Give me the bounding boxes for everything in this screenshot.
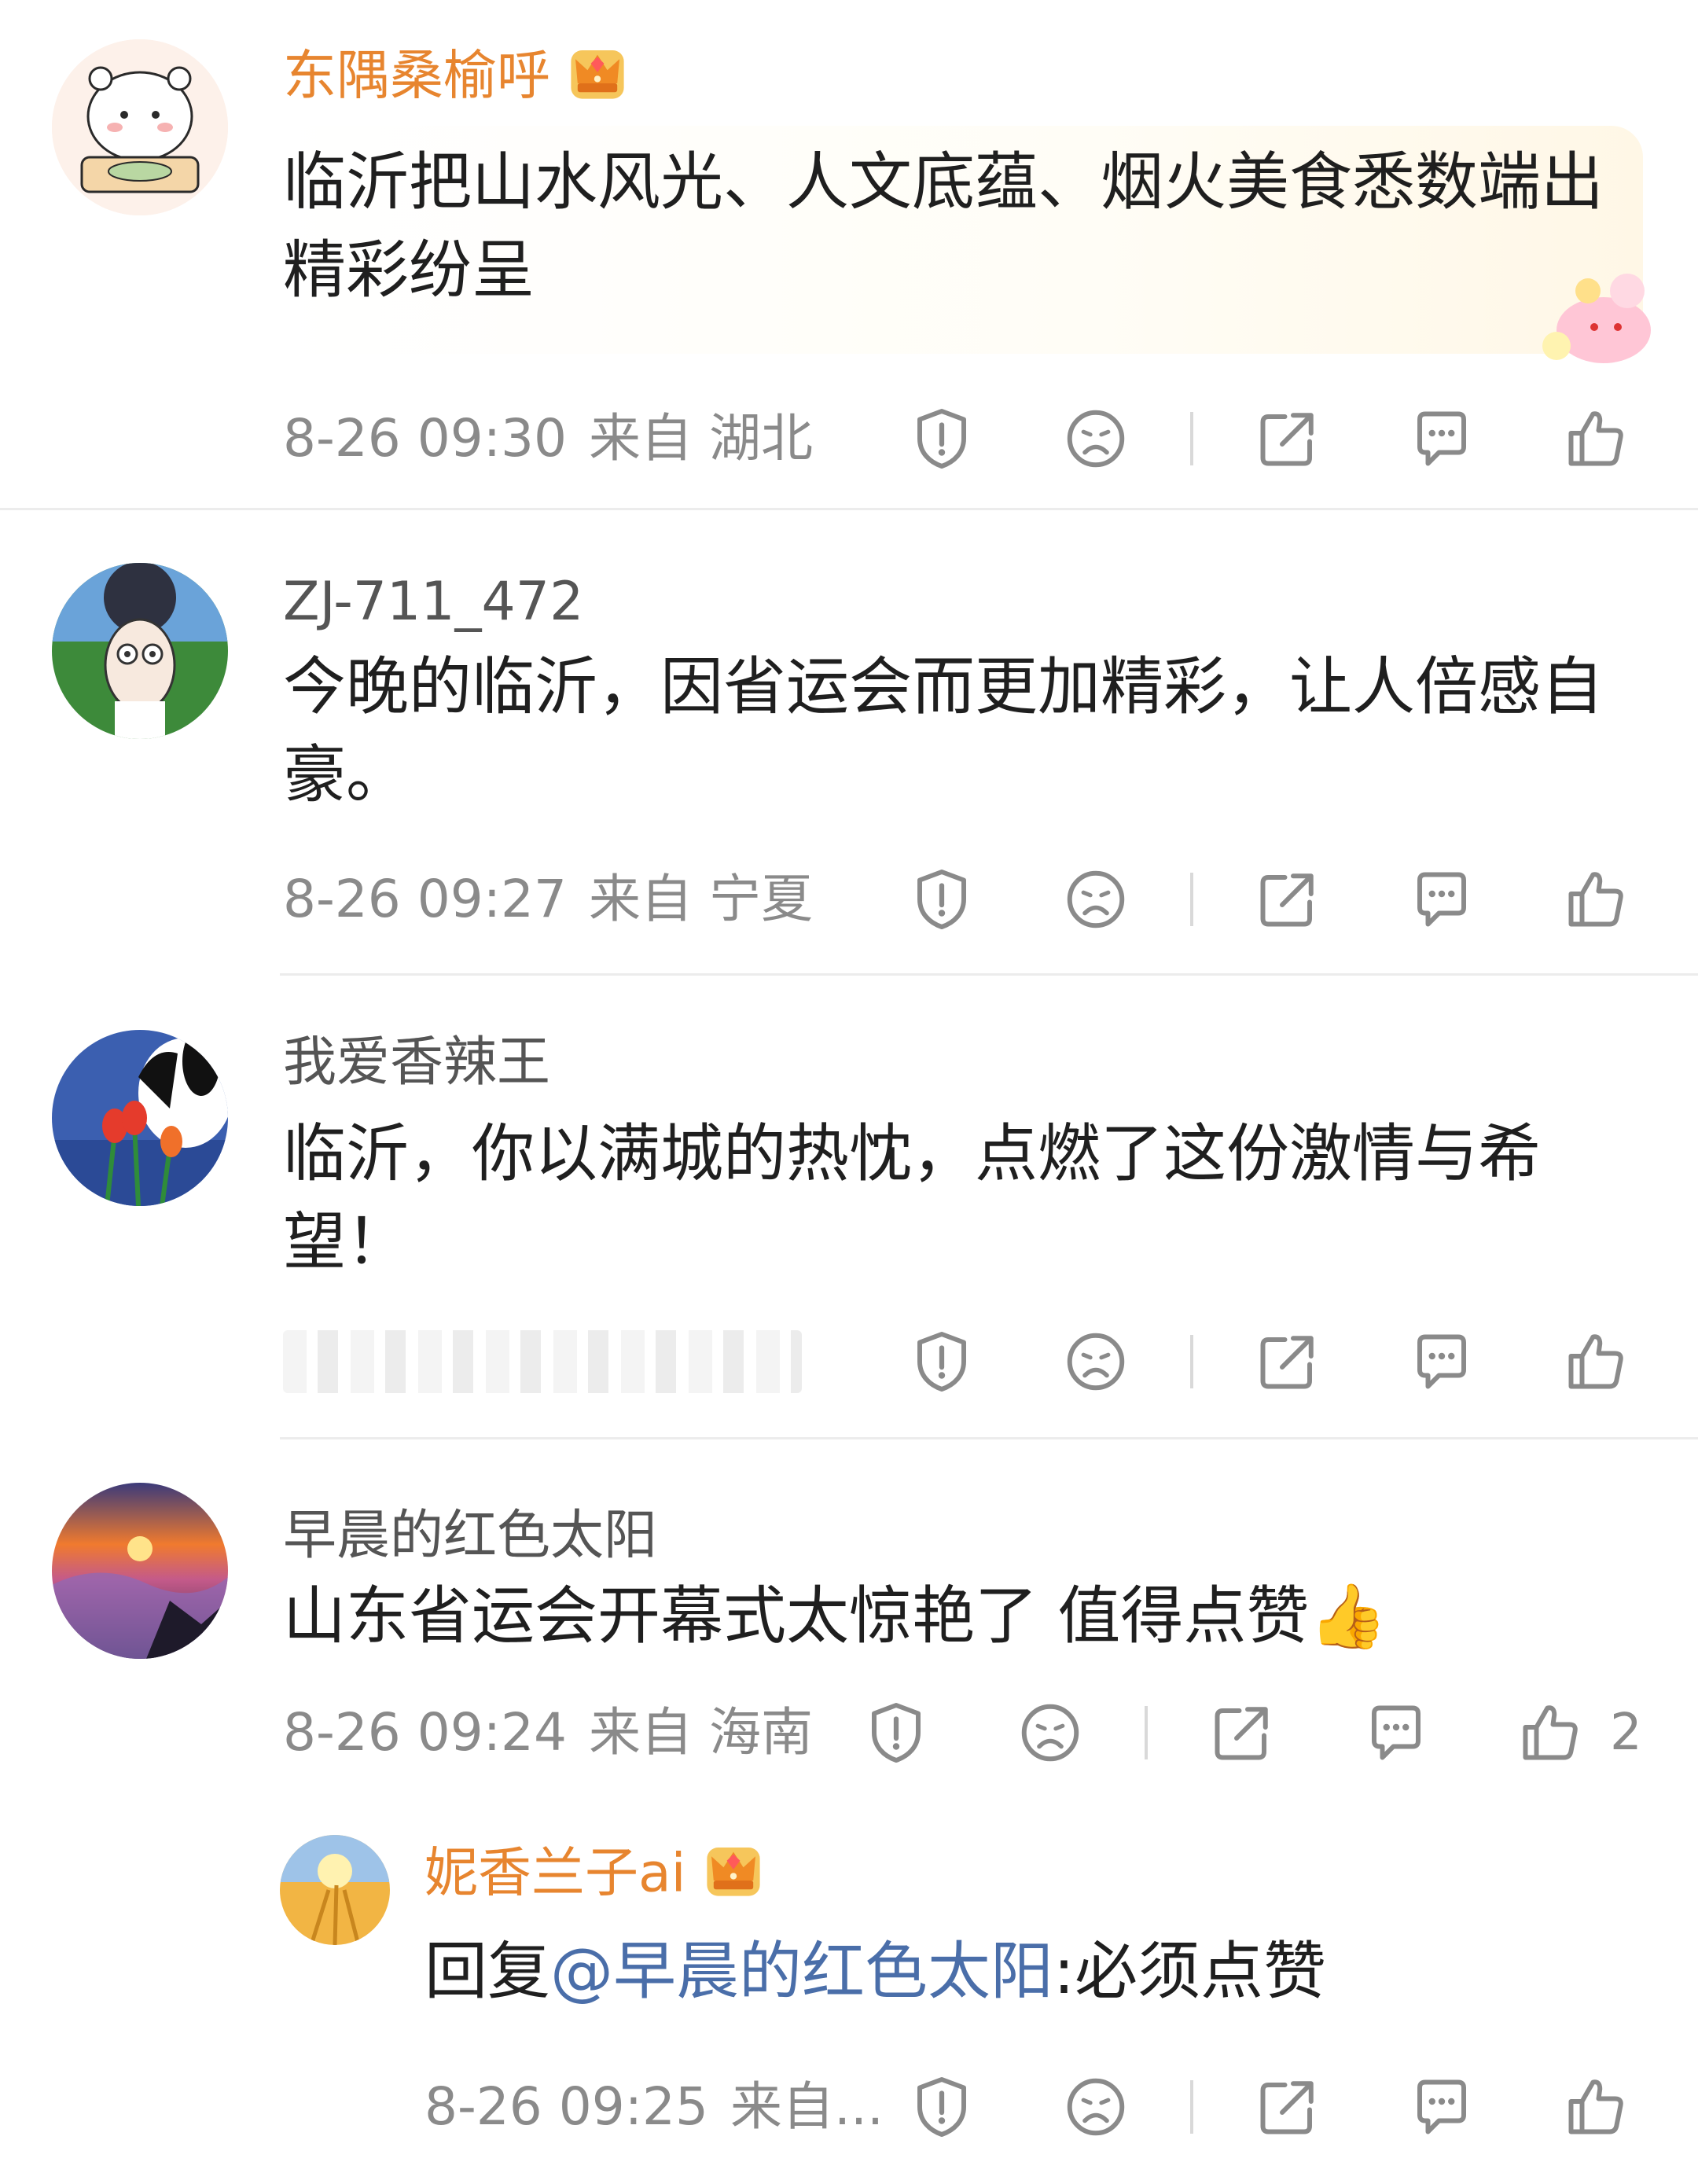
share-icon <box>1209 1700 1275 1766</box>
comment-icon <box>1409 406 1475 472</box>
comment-meta: 8-26 09:24 来自 海南 <box>283 1701 813 1764</box>
share-button[interactable] <box>1255 1329 1321 1395</box>
action-separator <box>1190 873 1193 926</box>
reply-prefix: 回复 <box>424 1935 550 2008</box>
comment-meta: 8-26 09:27 来自 宁夏 <box>283 868 813 931</box>
share-icon <box>1255 406 1321 472</box>
username[interactable]: 早晨的红色太阳 <box>283 1505 657 1568</box>
comment-meta: 8-26 09:30 来自 湖北 <box>283 407 813 470</box>
like-button[interactable] <box>1563 1329 1629 1395</box>
comment-time: 8-26 09:24 <box>283 1702 567 1763</box>
username[interactable]: 妮香兰子ai <box>424 1837 766 1917</box>
sad-face-icon <box>1017 1700 1083 1766</box>
avatar[interactable] <box>52 39 228 215</box>
shield-exclamation-icon <box>863 1700 929 1766</box>
reply-button[interactable] <box>1409 866 1475 932</box>
report-button[interactable] <box>909 2074 975 2140</box>
comment-icon <box>1363 1700 1429 1766</box>
comment-meta: 8-26 09:25 来自... <box>424 2076 884 2138</box>
dislike-button[interactable] <box>1063 866 1129 932</box>
reply-item: 妮香兰子ai 回复@早晨的红色太阳:必须点赞 8-26 09:25 来自... <box>0 1808 1698 2184</box>
reply-body: :必须点赞 <box>1053 1935 1326 2008</box>
shield-exclamation-icon <box>909 866 975 932</box>
thumbs-up-icon <box>1563 1329 1629 1395</box>
comment-item: 早晨的红色太阳 山东省运会开幕式太惊艳了 值得点赞👍 8-26 09:24 来自 … <box>0 1439 1698 2184</box>
reply-text: 回复@早晨的红色太阳:必须点赞 <box>424 1928 1326 2016</box>
share-icon <box>1255 1329 1321 1395</box>
action-separator <box>1190 1335 1193 1388</box>
action-separator <box>1190 412 1193 465</box>
sad-face-icon <box>1063 2074 1129 2140</box>
username[interactable]: ZJ-711_472 <box>283 571 583 634</box>
thumbs-up-icon <box>1563 406 1629 472</box>
share-button[interactable] <box>1255 406 1321 472</box>
vip-crown-icon <box>564 39 630 119</box>
thumbs-up-icon <box>1517 1700 1583 1766</box>
action-separator <box>1190 2080 1193 2134</box>
comment-item: ZJ-711_472 今晚的临沂，因省运会而更加精彩，让人倍感自豪。 8-26 … <box>0 511 1698 975</box>
comment-text: 临沂把山水风光、人文底蕴、烟火美食悉数端出精彩纷呈 <box>283 145 1604 307</box>
comment-icon <box>1409 2074 1475 2140</box>
reply-button[interactable] <box>1409 2074 1475 2140</box>
report-button[interactable] <box>863 1700 929 1766</box>
avatar[interactable] <box>52 1483 228 1659</box>
comment-location: 来自 湖北 <box>588 408 813 469</box>
comment-time: 8-26 09:30 <box>283 408 567 469</box>
avatar[interactable] <box>52 1030 228 1206</box>
dislike-button[interactable] <box>1063 2074 1129 2140</box>
comment-meta-blurred <box>283 1330 802 1393</box>
like-count: 2 <box>1610 1704 1642 1762</box>
share-icon <box>1255 2074 1321 2140</box>
sad-face-icon <box>1063 866 1129 932</box>
comment-time: 8-26 09:27 <box>283 869 567 929</box>
report-button[interactable] <box>909 406 975 472</box>
comment-text: 山东省运会开幕式太惊艳了 值得点赞👍 <box>283 1579 1388 1653</box>
like-button[interactable] <box>1563 866 1629 932</box>
dislike-button[interactable] <box>1063 1329 1129 1395</box>
reply-button[interactable] <box>1363 1700 1429 1766</box>
username[interactable]: 我爱香辣王 <box>283 1031 550 1094</box>
share-icon <box>1255 866 1321 932</box>
comment-item: 东隅桑榆呼 临沂把山水风光、人文底蕴、烟火美食悉数端出精彩纷呈 8-26 09:… <box>0 0 1698 511</box>
comment-text: 临沂，你以满城的热忱，点燃了这份激情与希望！ <box>283 1117 1541 1278</box>
report-button[interactable] <box>909 866 975 932</box>
comment-time: 8-26 09:25 <box>424 2076 708 2137</box>
shield-exclamation-icon <box>909 2074 975 2140</box>
comment-location: 来自... <box>730 2076 884 2137</box>
sad-face-icon <box>1063 1329 1129 1395</box>
shield-exclamation-icon <box>909 406 975 472</box>
like-button[interactable] <box>1563 406 1629 472</box>
comment-icon <box>1409 866 1475 932</box>
reply-button[interactable] <box>1409 1329 1475 1395</box>
avatar[interactable] <box>280 1835 390 1945</box>
share-button[interactable] <box>1209 1700 1275 1766</box>
like-button[interactable] <box>1563 2074 1629 2140</box>
comment-location: 来自 海南 <box>588 1702 813 1763</box>
share-button[interactable] <box>1255 2074 1321 2140</box>
dislike-button[interactable] <box>1017 1700 1083 1766</box>
reply-button[interactable] <box>1409 406 1475 472</box>
action-separator <box>1145 1706 1148 1759</box>
vip-crown-icon <box>700 1837 766 1917</box>
comment-location: 来自 宁夏 <box>588 869 813 929</box>
username-text[interactable]: 东隅桑榆呼 <box>283 46 550 108</box>
dislike-button[interactable] <box>1063 406 1129 472</box>
mention-link[interactable]: @早晨的红色太阳 <box>550 1935 1053 2008</box>
comment-divider <box>0 508 1698 510</box>
avatar[interactable] <box>52 563 228 739</box>
sad-face-icon <box>1063 406 1129 472</box>
thumbs-up-icon <box>1563 2074 1629 2140</box>
comment-text: 今晚的临沂，因省运会而更加精彩，让人倍感自豪。 <box>283 650 1604 811</box>
comment-item: 我爱香辣王 临沂，你以满城的热忱，点燃了这份激情与希望！ <box>0 975 1698 1439</box>
username-text[interactable]: 妮香兰子ai <box>424 1843 686 1905</box>
thumbs-up-icon <box>1563 866 1629 932</box>
like-button[interactable] <box>1517 1700 1583 1766</box>
username[interactable]: 东隅桑榆呼 <box>283 39 630 119</box>
comment-icon <box>1409 1329 1475 1395</box>
report-button[interactable] <box>909 1329 975 1395</box>
shield-exclamation-icon <box>909 1329 975 1395</box>
share-button[interactable] <box>1255 866 1321 932</box>
